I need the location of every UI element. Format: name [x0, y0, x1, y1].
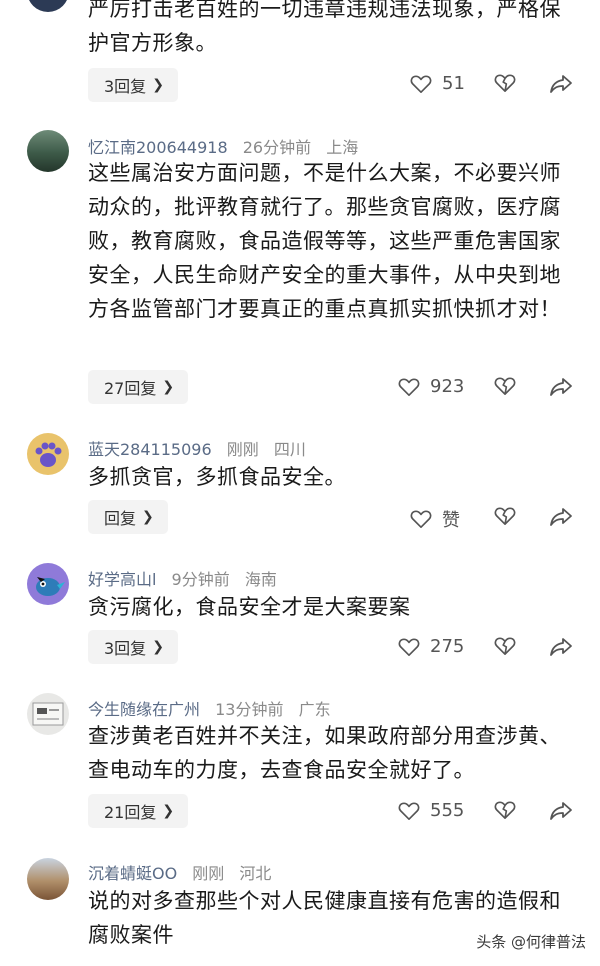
chevron-right-icon: ❯	[162, 803, 175, 819]
reply-button[interactable]: 回复 ❯	[88, 500, 168, 534]
share-arrow-icon	[550, 508, 572, 526]
reply-label: 3回复	[104, 77, 147, 96]
heart-outline-icon	[398, 801, 420, 820]
photo-avatar-icon	[32, 702, 64, 726]
location: 四川	[273, 440, 306, 459]
reply-button[interactable]: 21回复 ❯	[88, 794, 189, 828]
username[interactable]: 忆江南200644918	[88, 138, 228, 157]
avatar[interactable]	[27, 433, 69, 475]
like-button[interactable]: 555	[398, 800, 464, 821]
reply-label: 3回复	[104, 639, 147, 658]
comment-text: 这些属治安方面问题，不是什么大案，不必要兴师动众的，批评教育就行了。那些贪官腐败…	[88, 161, 561, 321]
location: 河北	[239, 864, 272, 883]
avatar[interactable]	[27, 563, 69, 605]
location: 海南	[244, 570, 277, 589]
heart-outline-icon	[410, 510, 432, 528]
comment-meta: 沉着蜻蜓OO 刚刚 河北	[88, 860, 281, 884]
paw-avatar-icon	[35, 442, 62, 467]
broken-heart-icon	[494, 74, 516, 92]
reply-button[interactable]: 3回复 ❯	[88, 68, 178, 102]
username[interactable]: 今生随缘在广州	[88, 700, 200, 719]
comment-text: 贪污腐化，食品安全才是大案要案	[88, 595, 411, 619]
timestamp: 刚刚	[192, 864, 225, 883]
comment-text: 多抓贪官，多抓食品安全。	[88, 465, 346, 489]
like-count: 51	[442, 73, 465, 94]
like-button[interactable]: 275	[398, 636, 464, 657]
share-button[interactable]	[549, 73, 573, 97]
like-count: 923	[430, 376, 465, 397]
comment-meta: 今生随缘在广州 13分钟前 广东	[88, 696, 341, 720]
avatar[interactable]	[27, 0, 69, 12]
broken-heart-icon	[494, 507, 516, 525]
reply-label: 21回复	[104, 803, 157, 822]
username[interactable]: 沉着蜻蜓OO	[88, 864, 177, 883]
timestamp: 13分钟前	[215, 700, 284, 719]
broken-heart-icon	[494, 637, 516, 655]
comment-meta: 忆江南200644918 26分钟前 上海	[88, 134, 368, 158]
share-arrow-icon	[550, 802, 572, 820]
like-count: 275	[430, 636, 465, 657]
like-count: 555	[430, 800, 465, 821]
chevron-right-icon: ❯	[162, 379, 175, 395]
heart-outline-icon	[398, 377, 420, 396]
heart-outline-icon	[398, 637, 420, 656]
username[interactable]: 蓝天284115096	[88, 440, 212, 459]
reply-label: 27回复	[104, 379, 157, 398]
reply-label: 回复	[104, 509, 137, 528]
chevron-right-icon: ❯	[152, 77, 164, 93]
username[interactable]: 好学高山l	[88, 570, 156, 589]
reply-button[interactable]: 3回复 ❯	[88, 630, 178, 664]
dislike-button[interactable]	[494, 800, 518, 824]
share-button[interactable]	[549, 636, 573, 660]
share-button[interactable]	[549, 800, 573, 824]
avatar[interactable]	[27, 858, 69, 900]
avatar[interactable]	[27, 130, 69, 172]
watermark: 头条 @何律普法	[476, 933, 586, 951]
timestamp: 26分钟前	[242, 138, 312, 157]
bird-avatar-icon	[36, 577, 65, 596]
share-button[interactable]	[549, 506, 573, 530]
share-arrow-icon	[550, 378, 572, 396]
comment-text: 查涉黄老百姓并不关注，如果政府部分用查涉黄、查电动车的力度，去查食品安全就好了。	[88, 724, 561, 782]
heart-outline-icon	[410, 74, 432, 93]
like-button[interactable]: 51	[410, 73, 465, 94]
like-button[interactable]: 赞	[410, 506, 460, 532]
location: 上海	[326, 138, 359, 157]
location: 广东	[298, 700, 331, 719]
avatar[interactable]	[27, 693, 69, 735]
dislike-button[interactable]	[494, 506, 518, 530]
dislike-button[interactable]	[494, 636, 518, 660]
share-arrow-icon	[550, 75, 572, 93]
like-button[interactable]: 923	[398, 376, 464, 397]
timestamp: 刚刚	[226, 440, 259, 459]
broken-heart-icon	[494, 801, 516, 819]
chevron-right-icon: ❯	[142, 509, 154, 525]
comment-text: 严厉打击老百姓的一切违章违规违法现象，严格保护官方形象。	[88, 0, 561, 55]
share-button[interactable]	[549, 376, 573, 400]
comment-meta: 蓝天284115096 刚刚 四川	[88, 436, 316, 460]
share-arrow-icon	[550, 638, 572, 656]
comment-meta: 好学高山l 9分钟前 海南	[88, 566, 287, 590]
dislike-button[interactable]	[494, 73, 518, 97]
broken-heart-icon	[494, 377, 516, 395]
like-count: 赞	[442, 510, 460, 531]
chevron-right-icon: ❯	[152, 639, 164, 655]
reply-button[interactable]: 27回复 ❯	[88, 370, 189, 404]
timestamp: 9分钟前	[171, 570, 230, 589]
dislike-button[interactable]	[494, 376, 518, 400]
